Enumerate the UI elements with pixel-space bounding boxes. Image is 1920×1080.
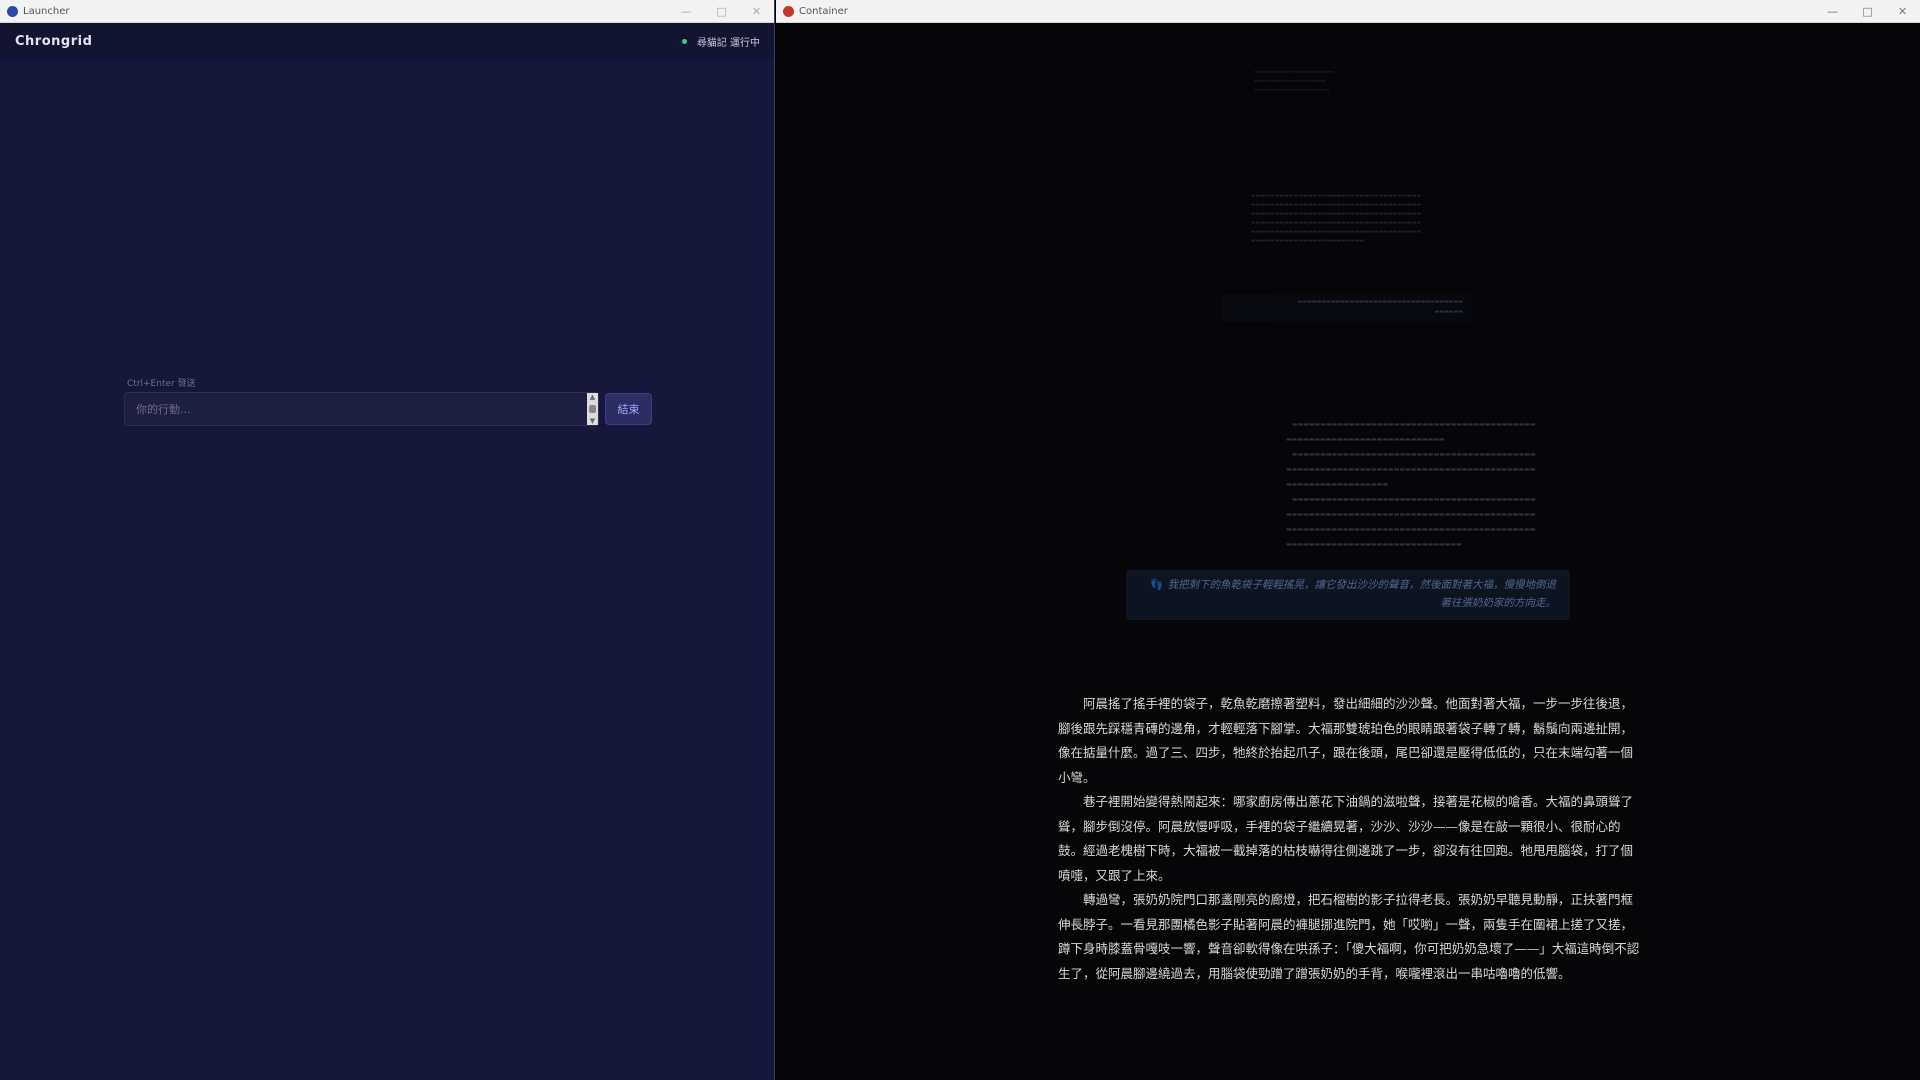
- faded-earlier-text: ▬▬▬▬▬▬▬▬▬▬▬▬▬▬▬▬▬▬▬▬▬▬▬▬▬▬▬▬▬▬▬▬▬▬▬▬▬▬▬▬…: [1254, 69, 1334, 92]
- player-action-box: 👣 我把剩下的魚乾袋子輕輕搖晃，讓它發出沙沙的聲音，然後面對著大福，慢慢地倒退著往…: [1126, 570, 1570, 620]
- faded-earlier-action: ▬▬▬▬▬▬▬▬▬▬▬▬▬▬▬▬▬▬▬▬▬▬▬▬▬▬▬▬▬▬▬▬▬▬▬ ▬▬▬▬▬…: [1221, 294, 1471, 322]
- action-input-wrapper: ▲ ▼: [124, 392, 599, 426]
- action-input[interactable]: [125, 393, 585, 425]
- close-button[interactable]: ✕: [1885, 5, 1920, 18]
- story-text: 阿晨搖了搖手裡的袋子，乾魚乾磨擦著塑料，發出細細的沙沙聲。他面對著大福，一步一步…: [1058, 692, 1640, 986]
- container-window: Container — □ ✕ ▬▬▬▬▬▬▬▬▬▬▬▬▬▬▬▬▬▬▬▬▬ ▬▬▬…: [776, 0, 1920, 1080]
- story-paragraph: 巷子裡開始變得熱鬧起來：哪家廚房傳出蔥花下油鍋的滋啦聲，接著是花椒的嗆香。大福的…: [1058, 794, 1634, 883]
- story-scroll-area[interactable]: ▬▬▬▬▬▬▬▬▬▬▬▬▬▬▬▬▬▬▬▬▬ ▬▬▬▬▬▬▬▬▬▬▬▬▬▬▬▬▬▬▬…: [776, 22, 1920, 1080]
- container-titlebar[interactable]: Container — □ ✕: [776, 0, 1920, 23]
- send-hint: Ctrl+Enter 發送: [127, 379, 196, 389]
- scroll-thumb[interactable]: [589, 405, 596, 413]
- maximize-button[interactable]: □: [704, 5, 739, 18]
- footprint-icon: 👣: [1150, 579, 1164, 591]
- close-button[interactable]: ✕: [739, 5, 774, 18]
- launcher-window-title: Launcher: [23, 5, 70, 17]
- faded-earlier-text: ▬▬▬▬▬▬▬▬▬▬▬▬▬▬▬▬▬▬▬▬▬▬▬▬▬▬▬▬▬▬▬▬▬▬▬▬▬▬▬▬…: [1251, 193, 1422, 244]
- end-button[interactable]: 結束: [605, 393, 652, 425]
- status-text: 尋貓記 運行中: [696, 37, 760, 49]
- status-dot-icon: [681, 38, 687, 44]
- scroll-up-icon[interactable]: ▲: [590, 393, 595, 401]
- minimize-button[interactable]: —: [1815, 5, 1850, 18]
- minimize-button[interactable]: —: [669, 5, 704, 18]
- faded-earlier-text: ▬▬▬▬▬▬▬▬▬▬▬▬▬▬▬▬▬▬▬▬▬▬▬▬▬▬▬▬▬▬▬▬▬▬▬▬▬▬▬▬…: [1286, 421, 1536, 548]
- story-paragraph: 阿晨搖了搖手裡的袋子，乾魚乾磨擦著塑料，發出細細的沙沙聲。他面對著大福，一步一步…: [1058, 696, 1634, 785]
- brand-name: Chrongrid: [15, 33, 93, 49]
- player-action-text: 我把剩下的魚乾袋子輕輕搖晃，讓它發出沙沙的聲音，然後面對著大福，慢慢地倒退著往張…: [1167, 579, 1557, 609]
- scroll-down-icon[interactable]: ▼: [590, 417, 595, 425]
- app-header: Chrongrid 尋貓記 運行中: [0, 23, 774, 59]
- status-indicator: 尋貓記 運行中: [681, 34, 760, 49]
- launcher-titlebar[interactable]: Launcher — □ ✕: [0, 0, 774, 23]
- launcher-window: Launcher — □ ✕ Chrongrid 尋貓記 運行中 Ctrl+En…: [0, 0, 775, 1080]
- story-paragraph: 轉過彎，張奶奶院門口那盞剛亮的廊燈，把石榴樹的影子拉得老長。張奶奶早聽見動靜，正…: [1058, 892, 1640, 981]
- launcher-app-icon: [7, 5, 18, 17]
- container-app-icon: [783, 5, 794, 17]
- container-window-title: Container: [799, 5, 848, 17]
- maximize-button[interactable]: □: [1850, 5, 1885, 18]
- input-scrollbar[interactable]: ▲ ▼: [587, 393, 598, 425]
